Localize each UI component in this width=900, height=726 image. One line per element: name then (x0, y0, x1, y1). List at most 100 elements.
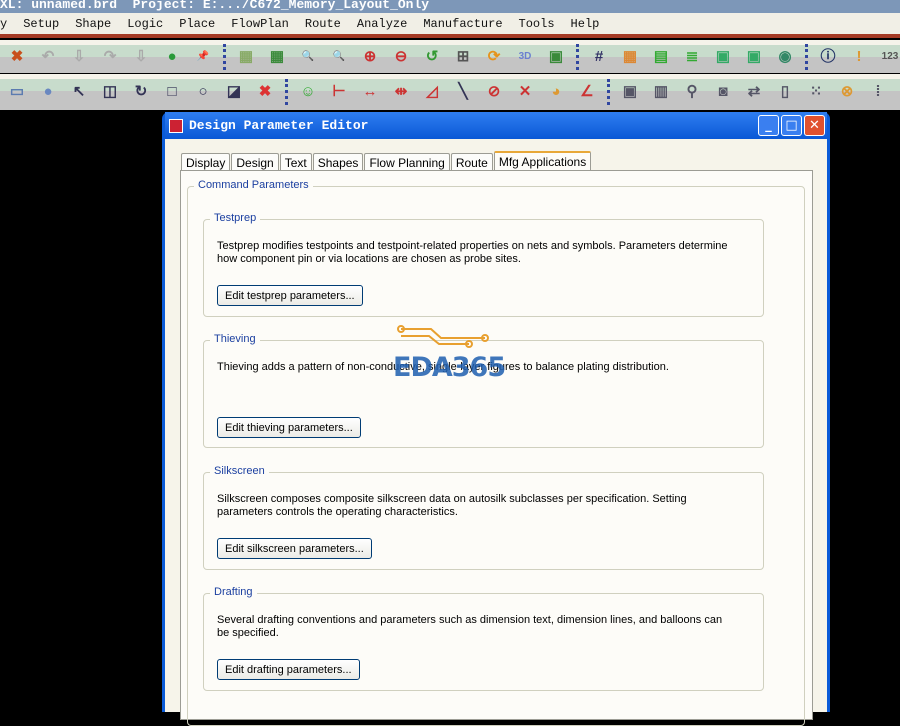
app-title-bar: XL: unnamed.brd Project: E:.../C672_Memo… (0, 0, 900, 13)
zoom-previous-icon[interactable]: ↺ (421, 46, 443, 68)
line-icon[interactable]: ╲ (452, 81, 474, 103)
toolbar-separator (805, 43, 808, 70)
menu-y[interactable]: y (0, 17, 14, 31)
cm-icon[interactable]: ▣ (712, 46, 734, 68)
testprep-group: Testprep Testprep modifies testpoints and… (203, 212, 764, 317)
group-label: Command Parameters (194, 179, 313, 191)
circle-icon[interactable]: ● (37, 81, 59, 103)
rectangle-icon[interactable]: ▭ (6, 81, 28, 103)
command-parameters-group: Command Parameters Testprep Testprep modi… (187, 179, 805, 726)
book-icon[interactable]: ▥ (650, 81, 672, 103)
down-icon[interactable]: ⇩ (68, 46, 90, 68)
drafting-description: Several drafting conventions and paramet… (217, 614, 723, 639)
testprep-label: Testprep (210, 212, 261, 224)
edit-thieving-parameters-button[interactable]: Edit thieving parameters... (217, 417, 361, 438)
select-icon[interactable]: ↖ (68, 81, 90, 103)
grid-dots-icon[interactable]: ⁙ (805, 81, 827, 103)
zoom-world-icon[interactable]: ⊞ (452, 46, 474, 68)
square-icon[interactable]: □ (161, 81, 183, 103)
leader-icon[interactable]: ∠ (576, 81, 598, 103)
silkscreen-description: Silkscreen composes composite silkscreen… (217, 493, 687, 518)
app-icon (169, 118, 183, 133)
zoom-window-icon[interactable]: 🔍 (328, 46, 350, 68)
refdes-icon[interactable]: ⇄ (743, 81, 765, 103)
zoom-fit-icon[interactable]: 🔍 (297, 46, 319, 68)
edit-drafting-parameters-button[interactable]: Edit drafting parameters... (217, 659, 360, 680)
menu-analyze[interactable]: Analyze (348, 17, 414, 31)
silkscreen-label: Silkscreen (210, 465, 269, 477)
drafting-label: Drafting (210, 586, 257, 598)
delete-shape-icon[interactable]: ✖ (254, 81, 276, 103)
menu-flowplan[interactable]: FlowPlan (222, 17, 296, 31)
menu-manufacture[interactable]: Manufacture (414, 17, 509, 31)
toolbar-separator (285, 79, 288, 105)
menu-shape[interactable]: Shape (66, 17, 118, 31)
testprep-description: Testprep modifies testpoints and testpoi… (217, 240, 728, 265)
menu-logic[interactable]: Logic (118, 17, 170, 31)
probe-icon[interactable]: ⊗ (836, 81, 858, 103)
odb-icon[interactable]: ▣ (619, 81, 641, 103)
design-parameter-editor-dialog: Design Parameter Editor _ □ ✕ Display Des… (162, 112, 830, 726)
delete-icon[interactable]: ✖ (6, 46, 28, 68)
3d-icon[interactable]: 3D (514, 46, 536, 68)
balloon-icon[interactable]: ◕ (545, 81, 567, 103)
ruler-icon[interactable]: 123 (879, 46, 900, 68)
circle-outline-icon[interactable]: ○ (192, 81, 214, 103)
radius-icon[interactable]: ⊘ (483, 81, 505, 103)
dim-linear-icon[interactable]: ↔ (359, 81, 381, 103)
component-icon[interactable]: ☺ (297, 81, 319, 103)
cross-icon[interactable]: ✕ (514, 81, 536, 103)
thieving-group: Thieving Thieving adds a pattern of non-c… (203, 333, 764, 448)
thieving-label: Thieving (210, 333, 260, 345)
undo-icon[interactable]: ↶ (37, 46, 59, 68)
doc-icon[interactable]: ▯ (774, 81, 796, 103)
measure-icon[interactable]: ! (848, 46, 870, 68)
grid-icon[interactable]: ▦ (235, 46, 257, 68)
layers-icon[interactable]: ▤ (650, 46, 672, 68)
shape-icon[interactable]: ◫ (99, 81, 121, 103)
flip-icon[interactable]: ▣ (545, 46, 567, 68)
dimension-icon[interactable]: ⊢ (328, 81, 350, 103)
zoom-out-icon[interactable]: ⊖ (390, 46, 412, 68)
minimize-button[interactable]: _ (758, 115, 779, 136)
menu-setup[interactable]: Setup (14, 17, 66, 31)
edit-silkscreen-parameters-button[interactable]: Edit silkscreen parameters... (217, 538, 372, 559)
toolbar-shapes: ▭ ● ↖ ◫ ↻ □ ○ ◪ ✖ ☺ ⊢ ↔ ⇹ ◿ ╲ ⊘ ✕ ◕ ∠ ▣ ▥ ⚲ ◙ ⇄ ▯ ⁙ ⊗ ⁞ (0, 74, 900, 110)
grid3-icon[interactable]: # (588, 46, 610, 68)
void-icon[interactable]: ◪ (223, 81, 245, 103)
menu-tools[interactable]: Tools (510, 17, 562, 31)
down-icon[interactable]: ⇩ (130, 46, 152, 68)
app-title: XL: unnamed.brd Project: E:.../C672_Memo… (0, 0, 430, 12)
menu-place[interactable]: Place (170, 17, 222, 31)
dfa-icon[interactable]: ▣ (743, 46, 765, 68)
dialog-title-bar[interactable]: Design Parameter Editor _ □ ✕ (165, 112, 827, 139)
stack-icon[interactable]: ≣ (681, 46, 703, 68)
menu-route[interactable]: Route (296, 17, 348, 31)
arc-icon[interactable]: ↻ (130, 81, 152, 103)
maximize-button[interactable]: □ (781, 115, 802, 136)
drafting-group: Drafting Several drafting conventions and… (203, 586, 764, 691)
edit-testprep-parameters-button[interactable]: Edit testprep parameters... (217, 285, 363, 306)
tab-strip: Display Design Text Shapes Flow Planning Rout… (181, 150, 592, 173)
grid2-icon[interactable]: ▦ (266, 46, 288, 68)
color-icon[interactable]: ▦ (619, 46, 641, 68)
dim-datum-icon[interactable]: ⇹ (390, 81, 412, 103)
toolbar-separator (607, 79, 610, 105)
zoom-in-icon[interactable]: ⊕ (359, 46, 381, 68)
test-icon[interactable]: ⚲ (681, 81, 703, 103)
leaf-icon[interactable]: ● (161, 46, 183, 68)
menu-help[interactable]: Help (562, 17, 607, 31)
refresh-icon[interactable]: ⟳ (483, 46, 505, 68)
pin-icon[interactable]: 📌 (192, 46, 214, 68)
globe-icon[interactable]: ◉ (774, 46, 796, 68)
toolbar-separator (223, 43, 226, 70)
matrix-icon[interactable]: ⁞ (867, 81, 889, 103)
angle-icon[interactable]: ◿ (421, 81, 443, 103)
toolbar-separator (576, 43, 579, 70)
menu-bar: y Setup Shape Logic Place FlowPlan Route Analyz… (0, 13, 900, 38)
close-button[interactable]: ✕ (804, 115, 825, 136)
info-icon[interactable]: ⓘ (817, 46, 839, 68)
camera-icon[interactable]: ◙ (712, 81, 734, 103)
redo-icon[interactable]: ↷ (99, 46, 121, 68)
thieving-description: Thieving adds a pattern of non-conductiv… (217, 361, 669, 373)
